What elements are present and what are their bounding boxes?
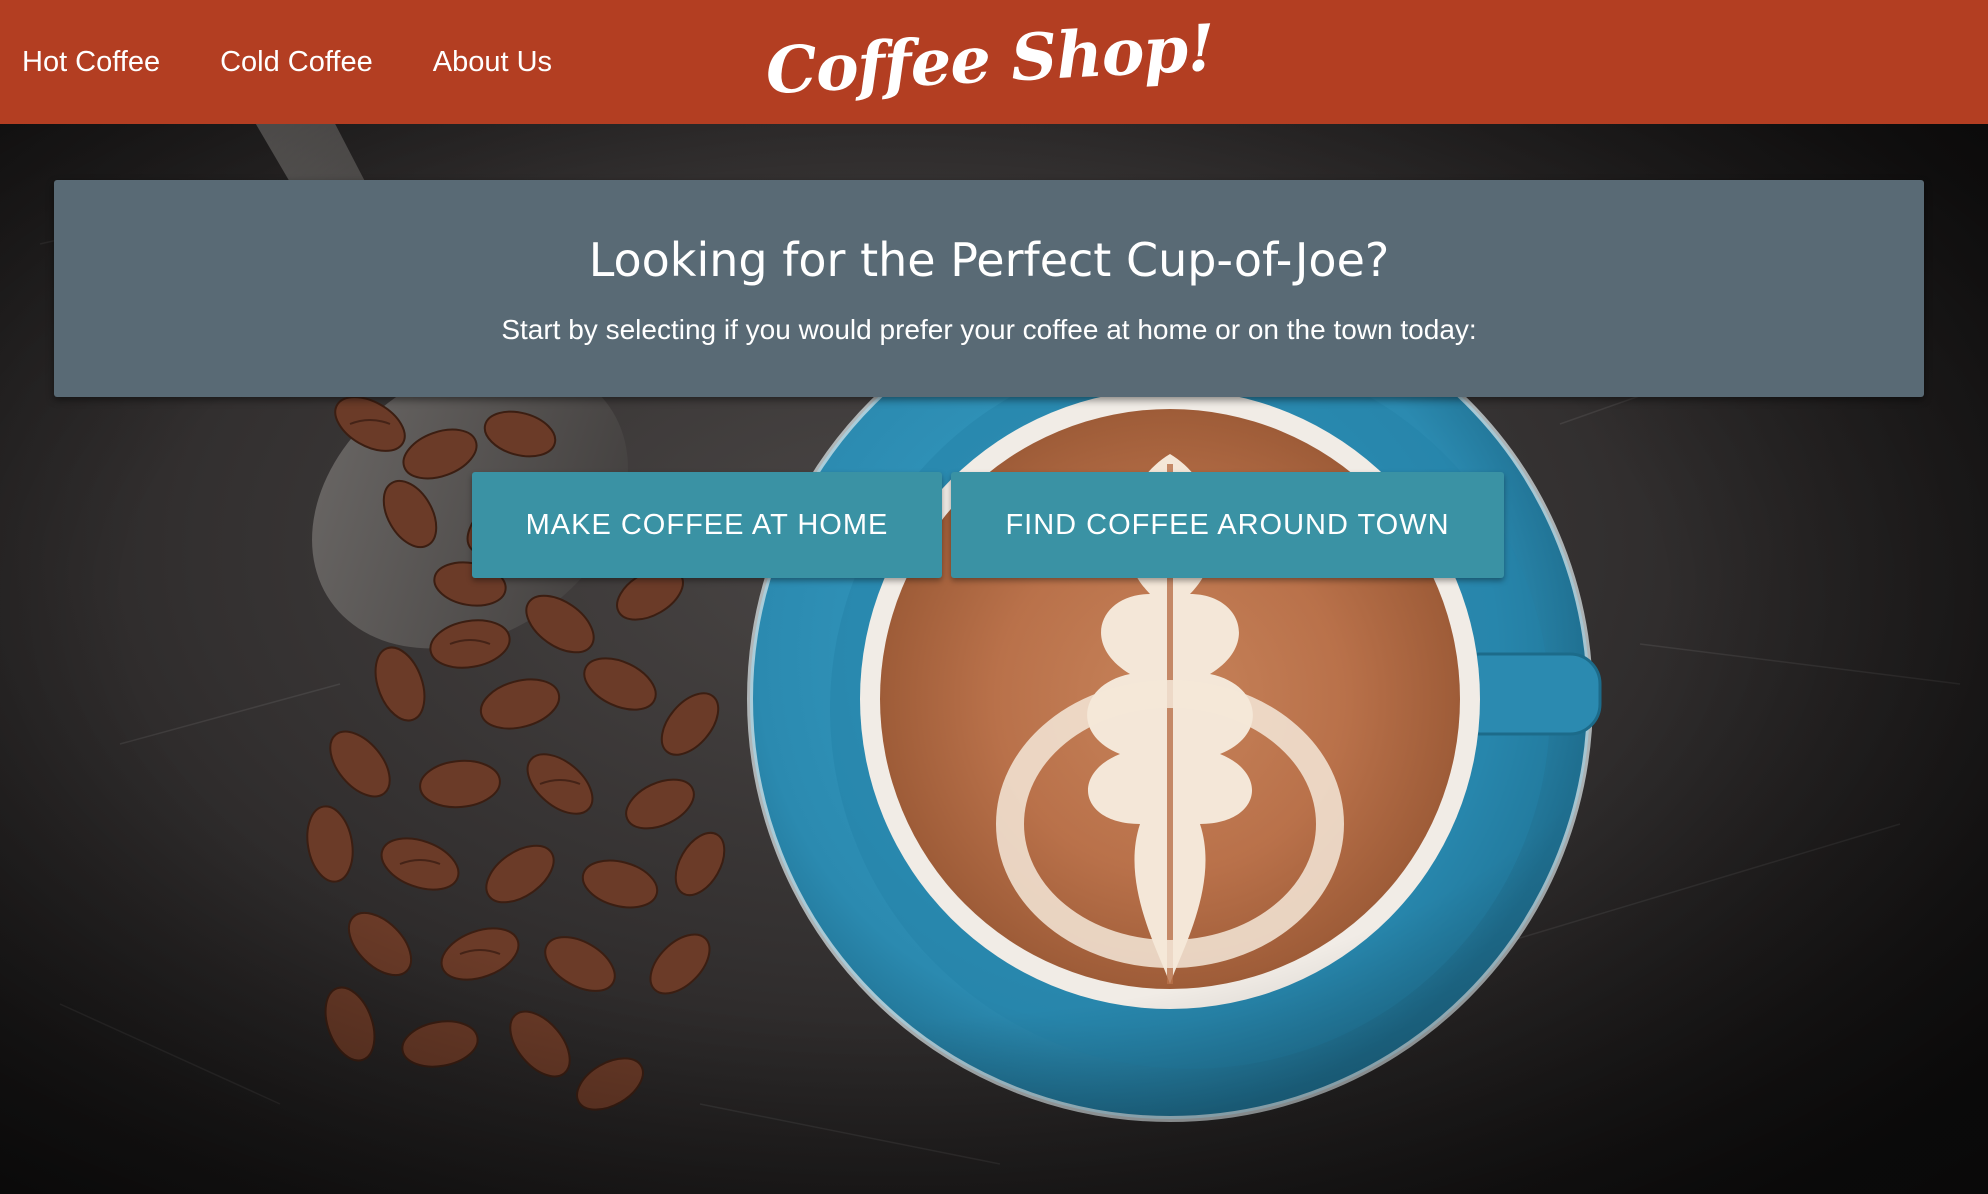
- find-coffee-around-town-button[interactable]: FIND COFFEE AROUND TOWN: [951, 472, 1504, 578]
- make-coffee-at-home-button[interactable]: MAKE COFFEE AT HOME: [472, 472, 942, 578]
- cta-group: MAKE COFFEE AT HOME FIND COFFEE AROUND T…: [472, 472, 1504, 578]
- navbar: Hot Coffee Cold Coffee About Us Coffee S…: [0, 0, 1988, 124]
- nav-link-cold-coffee[interactable]: Cold Coffee: [220, 46, 373, 79]
- intro-title: Looking for the Perfect Cup-of-Joe?: [588, 233, 1390, 287]
- page: Hot Coffee Cold Coffee About Us Coffee S…: [0, 0, 1988, 1194]
- nav-link-about-us[interactable]: About Us: [433, 46, 552, 79]
- intro-subtitle: Start by selecting if you would prefer y…: [501, 314, 1477, 345]
- nav-links: Hot Coffee Cold Coffee About Us: [22, 0, 552, 124]
- intro-panel: Looking for the Perfect Cup-of-Joe? Star…: [54, 180, 1924, 397]
- brand-logo[interactable]: Coffee Shop!: [764, 11, 1216, 109]
- nav-link-hot-coffee[interactable]: Hot Coffee: [22, 46, 160, 79]
